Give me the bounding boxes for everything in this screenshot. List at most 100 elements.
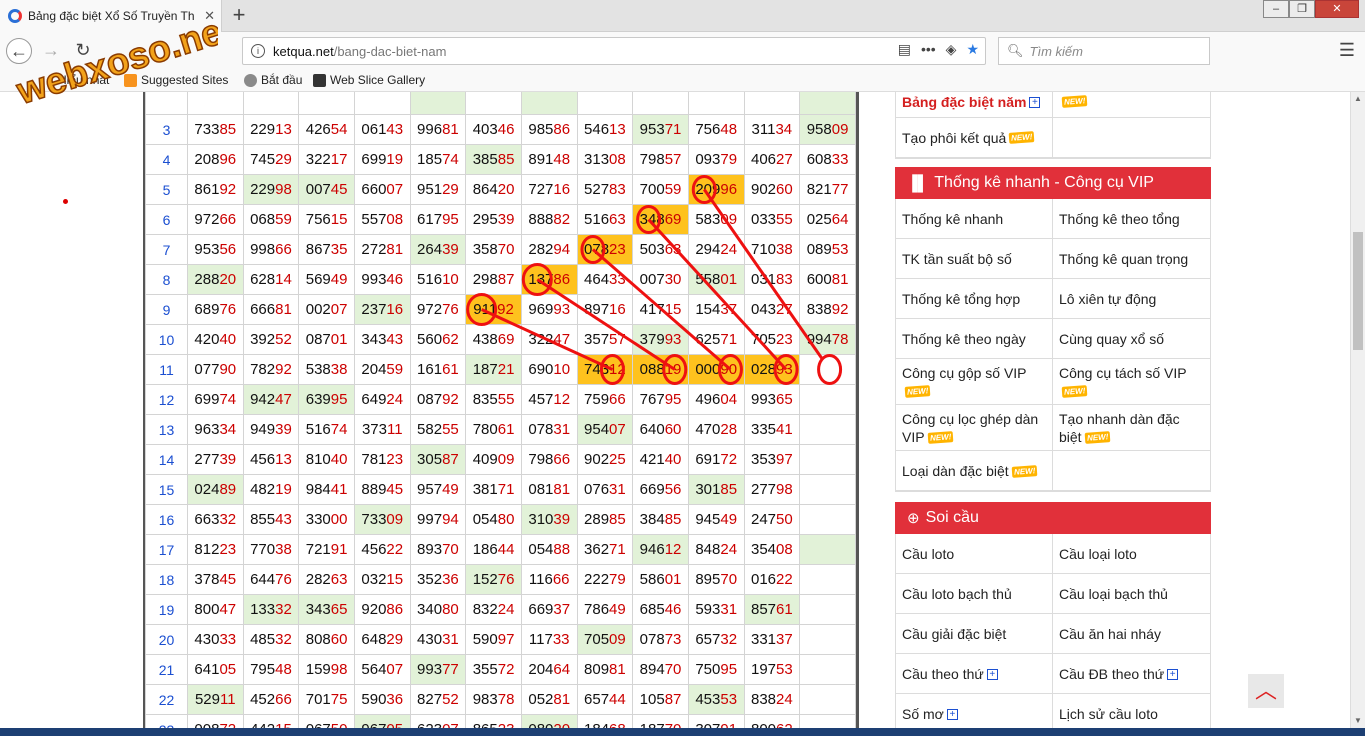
link-tao-phoi-ket-qua[interactable]: Tạo phôi kết quả NEW! [896, 118, 1053, 158]
sidebar-link[interactable]: Công cụ gộp số VIPNEW! [896, 359, 1053, 405]
sidebar-link[interactable]: Cầu ĐB theo thứ + [1053, 654, 1210, 694]
expand-icon[interactable]: + [1167, 669, 1179, 681]
expand-icon[interactable]: + [986, 669, 998, 681]
bookmark-most-visited[interactable]: Hiểu nhất [58, 73, 109, 87]
result-tail-digits: 78 [497, 691, 515, 708]
result-cell: 40346 [465, 114, 522, 145]
result-tail-digits: 93 [776, 361, 793, 378]
result-tail-digits: 37 [776, 631, 793, 648]
sidebar-link[interactable]: Thống kê nhanh [896, 199, 1053, 239]
sidebar-link[interactable]: Cầu ăn hai nháy [1053, 614, 1210, 654]
tab-bar: Bảng đặc biệt Xổ Số Truyền Th ✕ + – ❐ ✕ [0, 0, 1365, 32]
bookmark-start[interactable]: Bắt đầu [244, 73, 302, 87]
sidebar-link[interactable]: Lịch sử cầu loto [1053, 694, 1210, 728]
result-tail-digits: 39 [275, 421, 292, 438]
sidebar-link[interactable]: Cầu loto [896, 534, 1053, 574]
result-cell: 60833 [799, 144, 856, 175]
sidebar-link[interactable]: Cầu loại loto [1053, 534, 1210, 574]
result-cell: 26439 [409, 234, 467, 265]
sidebar-link[interactable]: Thống kê quan trọng [1053, 239, 1210, 279]
scroll-down-arrow-icon[interactable]: ▼ [1351, 714, 1365, 728]
result-cell: 56949 [298, 264, 355, 295]
row-number: 12 [145, 384, 188, 415]
sidebar-link[interactable]: Lô xiên tự động [1053, 279, 1210, 319]
bookmark-web-slice[interactable]: Web Slice Gallery [313, 73, 425, 87]
result-cell: 37845 [186, 564, 244, 595]
result-cell: 70059 [632, 174, 689, 205]
pocket-icon[interactable]: ◈ [946, 41, 957, 58]
sidebar-link[interactable]: Thống kê theo ngày [896, 319, 1053, 359]
site-info-icon[interactable]: i [251, 44, 265, 58]
bookmark-star-icon[interactable]: ★ [966, 41, 979, 58]
sidebar-link[interactable]: Tạo nhanh dàn đặc biệt NEW! [1053, 405, 1210, 451]
scroll-up-arrow-icon[interactable]: ▲ [1351, 92, 1365, 106]
page-scrollbar[interactable]: ▲ ▼ [1350, 92, 1365, 728]
result-tail-digits: 34 [219, 421, 237, 438]
table-row: 10 42040 39252 08701 34343 56062 43869 32247 357… [145, 324, 856, 355]
result-cell: 42140 [632, 444, 689, 475]
result-cell: 61795 [409, 204, 467, 235]
back-button[interactable]: ← [6, 38, 32, 64]
result-tail-digits: 98 [275, 181, 292, 198]
sidebar-link[interactable]: Cầu theo thứ + [896, 654, 1053, 694]
result-tail-digits: 33 [219, 631, 237, 648]
sidebar-link[interactable]: Số mơ + [896, 694, 1053, 728]
result-tail-digits: 86 [553, 271, 571, 288]
expand-icon[interactable]: + [946, 709, 958, 721]
address-bar[interactable]: i ketqua.net/bang-dac-biet-nam ▤ ••• ◈ ★ [242, 37, 986, 65]
result-tail-digits: 96 [720, 181, 738, 198]
result-tail-digits: 60 [776, 181, 793, 198]
scroll-to-top-button[interactable]: ︿ [1248, 674, 1284, 708]
reader-view-icon[interactable]: ▤ [898, 41, 911, 58]
sidebar-link[interactable]: Cầu giải đặc biệt [896, 614, 1053, 654]
result-cell: 98441 [298, 474, 355, 505]
sidebar-link[interactable]: Công cụ tách số VIPNEW! [1053, 359, 1210, 405]
result-tail-digits: 71 [720, 331, 738, 348]
table-row: 5 86192 22998 00745 66007 95129 86420 72716 5278… [145, 174, 856, 205]
sidebar-link[interactable]: Cầu loại bạch thủ [1053, 574, 1210, 614]
table-row: 22 52911 45266 70175 59036 82752 98378 05281 657… [145, 684, 856, 715]
result-cell: 79857 [632, 144, 689, 175]
result-tail-digits: 49 [720, 511, 738, 528]
new-tab-button[interactable]: + [228, 2, 250, 28]
result-tail-digits: 08 [609, 151, 626, 168]
result-cell: 86420 [465, 174, 522, 205]
close-window-button[interactable]: ✕ [1315, 0, 1359, 18]
result-tail-digits: 85 [720, 481, 738, 498]
result-tail-digits: 54 [330, 121, 348, 138]
result-cell: 79548 [242, 654, 300, 685]
scrollbar-thumb[interactable] [1353, 232, 1363, 350]
restore-button[interactable]: ❐ [1289, 0, 1315, 18]
result-tail-digits: 97 [776, 451, 793, 468]
link-bang-dac-biet-nam[interactable]: Bảng đặc biệt năm + [896, 92, 1053, 118]
search-placeholder: Tìm kiếm [1029, 43, 1083, 59]
result-tail-digits: 19 [386, 151, 404, 168]
search-bar[interactable]: 🔍︎ Tìm kiếm [998, 37, 1210, 65]
forward-button[interactable]: → [38, 38, 64, 64]
expand-icon[interactable]: + [1029, 96, 1041, 108]
sidebar-link[interactable]: Công cụ lọc ghép dàn VIP NEW! [896, 405, 1053, 451]
sidebar-link[interactable]: Thống kê theo tổng [1053, 199, 1210, 239]
close-tab-icon[interactable]: ✕ [204, 8, 215, 24]
sidebar-link[interactable]: Cùng quay xổ số [1053, 319, 1210, 359]
result-tail-digits: 20 [497, 181, 515, 198]
sidebar-link[interactable]: Loại dàn đặc biệt NEW! [896, 451, 1053, 491]
result-tail-digits: 43 [386, 121, 404, 138]
result-tail-digits: 64 [831, 211, 849, 228]
minimize-button[interactable]: – [1263, 0, 1289, 18]
result-cell: 97266 [186, 204, 244, 235]
result-tail-digits: 16 [609, 301, 626, 318]
sidebar-link[interactable]: Cầu loto bạch thủ [896, 574, 1053, 614]
sidebar-link[interactable]: TK tần suất bộ số [896, 239, 1053, 279]
result-tail-digits: 52 [275, 331, 292, 348]
reload-button[interactable]: ↻ [70, 38, 96, 64]
result-cell: 52783 [576, 174, 634, 205]
result-cell: 73385 [186, 114, 244, 145]
table-row: 4 20896 74529 32217 69919 18574 38585 89148 3130… [145, 144, 856, 175]
tab-active[interactable]: Bảng đặc biệt Xổ Số Truyền Th ✕ [0, 0, 222, 32]
sidebar-link[interactable]: Thống kê tổng hợp [896, 279, 1053, 319]
bookmark-suggested-sites[interactable]: Suggested Sites [124, 73, 228, 87]
result-tail-digits: 45 [330, 181, 348, 198]
menu-icon[interactable]: ☰ [1339, 40, 1355, 61]
page-actions-icon[interactable]: ••• [921, 41, 936, 58]
